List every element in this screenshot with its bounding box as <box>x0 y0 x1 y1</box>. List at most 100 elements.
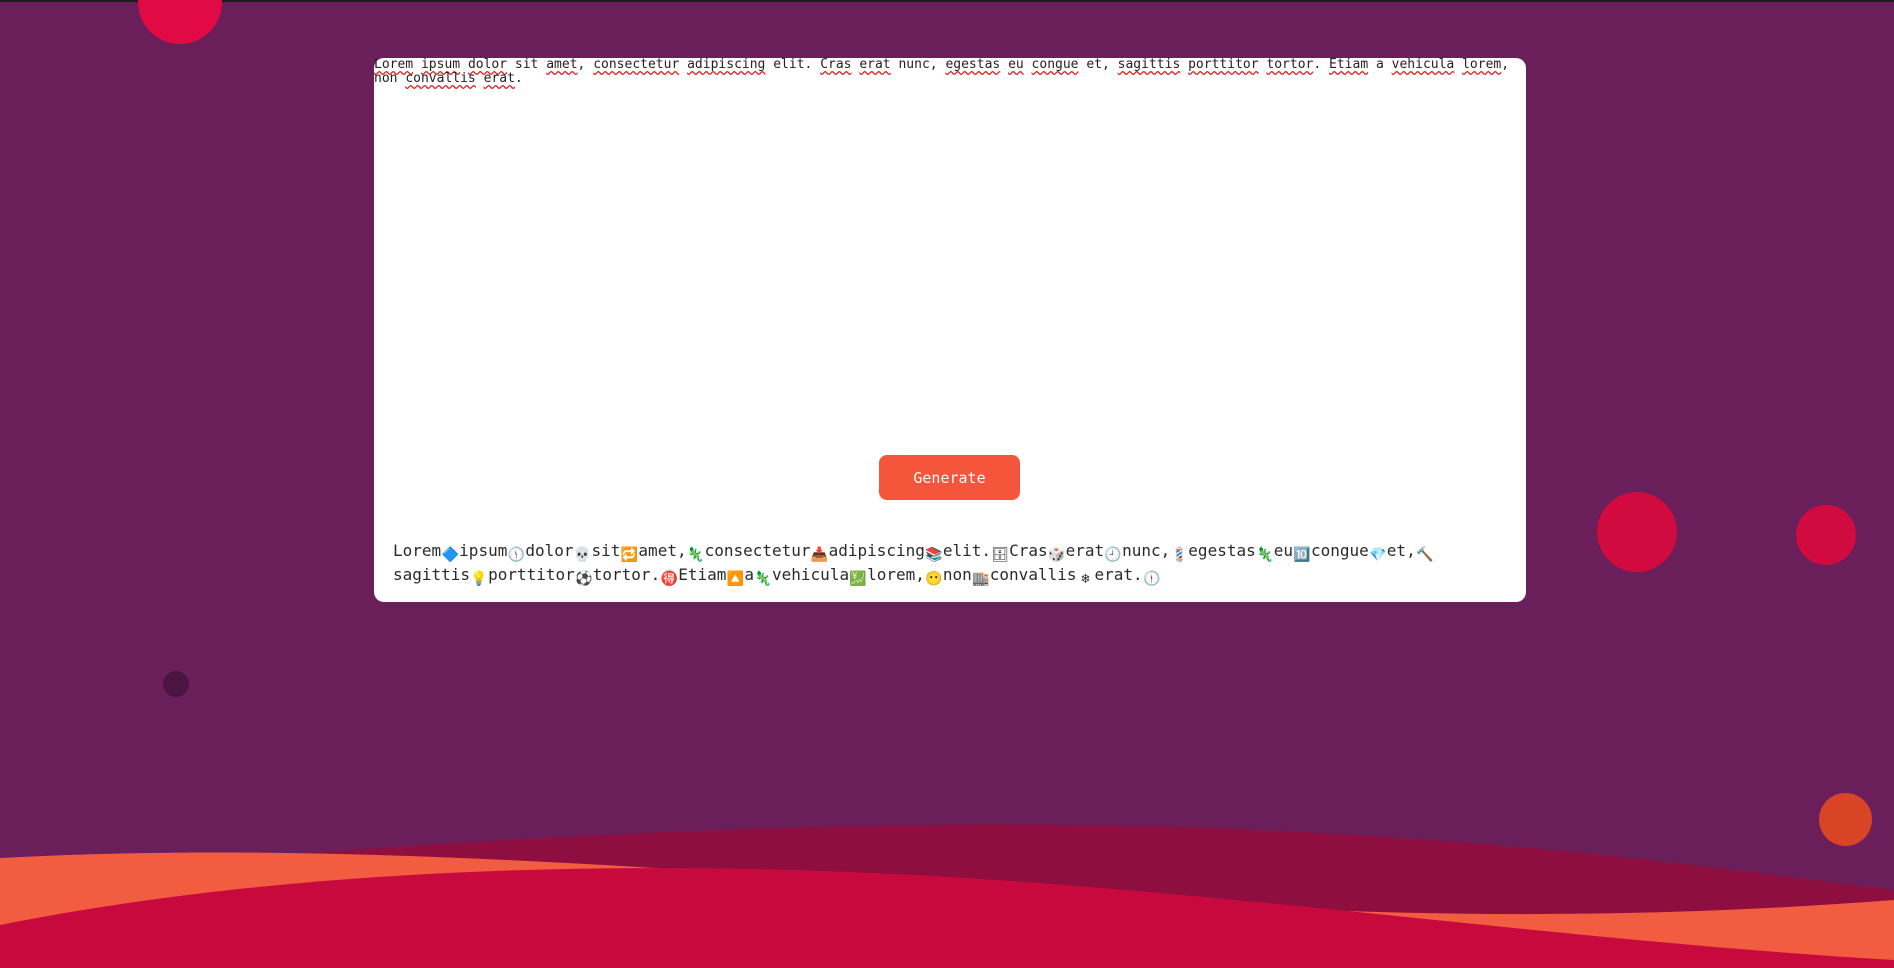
input-word: elit. <box>773 58 813 72</box>
output-token: eu🔟 <box>1273 541 1311 563</box>
output-token: tortor.🉐 <box>592 565 678 587</box>
output-token: congue💎 <box>1311 541 1387 563</box>
emoji-icon: 😶 <box>925 571 943 587</box>
output-word: amet, <box>638 541 687 560</box>
output-word: consectetur <box>704 541 811 560</box>
input-word: Cras <box>820 58 852 72</box>
output-token: porttitor⚽ <box>488 565 593 587</box>
output-token: dolor💀 <box>525 541 591 563</box>
decor-bubble-top-left <box>138 0 222 44</box>
emoji-icon: 🎲 <box>1047 547 1066 563</box>
emoji-icon: 🏬 <box>972 571 990 587</box>
decor-bubble-right-large <box>1597 492 1677 572</box>
input-word: consectetur <box>593 58 680 72</box>
input-word: Etiam <box>1329 58 1369 72</box>
output-token: sit🔁 <box>591 541 639 563</box>
input-word: porttitor <box>1188 58 1259 72</box>
output-word: non <box>942 565 972 584</box>
output-word: a <box>744 565 755 584</box>
decor-bubble-right-small <box>1796 505 1856 565</box>
output-word: convallis <box>989 565 1077 584</box>
input-word: ipsum <box>420 58 461 72</box>
output-word: ipsum <box>459 541 508 560</box>
emoji-icon: 💎 <box>1369 547 1387 563</box>
output-token: adipiscing📚 <box>828 541 943 563</box>
emoji-icon: 📥 <box>810 547 829 563</box>
emoji-icon: ❄ <box>1081 571 1090 587</box>
emoji-icon: 💹 <box>849 571 867 587</box>
emoji-icon: 💈 <box>1170 547 1189 563</box>
output-token: lorem,😶 <box>867 565 943 587</box>
output-token: et,🔨 <box>1386 541 1434 563</box>
emoji-output: Lorem🔷​ipsum🕦​dolor💀​sit🔁​amet,🦎​consect… <box>393 540 1503 588</box>
output-word: et, <box>1386 541 1416 560</box>
output-word: sagittis <box>393 565 471 584</box>
output-token: sagittis💡 <box>393 565 488 587</box>
emoji-icon: 🉐 <box>660 571 678 587</box>
input-word: egestas <box>945 58 1001 72</box>
emoji-icon: 🔨 <box>1415 547 1434 563</box>
input-word: adipiscing <box>687 58 766 72</box>
emoji-icon: 🦎 <box>754 571 772 587</box>
output-token: consectetur📥 <box>704 541 829 563</box>
output-word: congue <box>1311 541 1369 560</box>
output-word: adipiscing <box>828 541 925 560</box>
input-word: amet, <box>546 58 586 72</box>
output-word: erat <box>1065 541 1105 560</box>
output-word: vehicula <box>772 565 850 584</box>
input-word: tortor. <box>1266 58 1322 72</box>
output-token: nunc,💈 <box>1122 541 1188 563</box>
input-word: vehicula <box>1391 58 1455 72</box>
top-border-line <box>0 0 1894 2</box>
output-token: elit.🗄 <box>943 541 1009 563</box>
output-word: lorem, <box>867 565 925 584</box>
output-token: Lorem🔷 <box>393 541 459 563</box>
emoji-icon: 🔟 <box>1293 547 1311 563</box>
output-word: eu <box>1273 541 1293 560</box>
emoji-icon: 🔁 <box>620 547 639 563</box>
output-word: porttitor <box>488 565 575 584</box>
emoji-icon: 💀 <box>573 547 592 563</box>
emoji-icon: 📚 <box>925 547 943 563</box>
input-word: a <box>1375 58 1384 72</box>
emoji-icon: 🦎 <box>1256 547 1274 563</box>
generate-button[interactable]: Generate <box>879 455 1020 500</box>
input-word: dolor <box>467 58 508 72</box>
output-token: Cras🎲 <box>1009 541 1066 563</box>
output-token: egestas🦎 <box>1188 541 1273 563</box>
emoji-icon: 🕘 <box>1104 547 1122 563</box>
emoji-icon: 🕦 <box>1142 571 1161 587</box>
decor-bubble-dark <box>163 671 189 697</box>
output-word: dolor <box>525 541 574 560</box>
emoji-icon: 🔼 <box>726 571 745 587</box>
main-card: Lorem ipsum dolor sit amet, consectetur … <box>374 58 1526 602</box>
output-word: sit <box>591 541 621 560</box>
text-input-area[interactable]: Lorem ipsum dolor sit amet, consectetur … <box>374 58 1524 438</box>
output-token: non🏬 <box>942 565 990 587</box>
output-word: tortor. <box>592 565 661 584</box>
emoji-icon: 🔷 <box>441 547 459 563</box>
output-token: a🦎 <box>744 565 772 587</box>
input-word: Lorem <box>374 58 414 72</box>
emoji-icon: 🗄 <box>991 547 1009 563</box>
input-word: congue <box>1031 58 1079 72</box>
input-word: eu <box>1008 58 1024 72</box>
output-word: egestas <box>1188 541 1256 560</box>
output-token: vehicula💹 <box>772 565 867 587</box>
input-word: convallis <box>405 71 476 86</box>
emoji-icon: ⚽ <box>575 571 593 587</box>
output-word: Lorem <box>393 541 442 560</box>
input-word: nunc, <box>898 58 938 72</box>
output-word: Etiam <box>678 565 727 584</box>
input-word: erat <box>859 58 891 72</box>
input-word: sit <box>514 58 539 72</box>
output-token: ipsum🕦 <box>459 541 525 563</box>
output-word: erat. <box>1094 565 1143 584</box>
emoji-icon: 💡 <box>470 571 488 587</box>
output-token: amet,🦎 <box>638 541 704 563</box>
output-token: Etiam🔼 <box>678 565 744 587</box>
output-word: Cras <box>1009 541 1048 560</box>
emoji-icon: 🕦 <box>507 547 526 563</box>
input-word: erat. <box>483 71 523 86</box>
input-word: et, <box>1086 58 1110 72</box>
